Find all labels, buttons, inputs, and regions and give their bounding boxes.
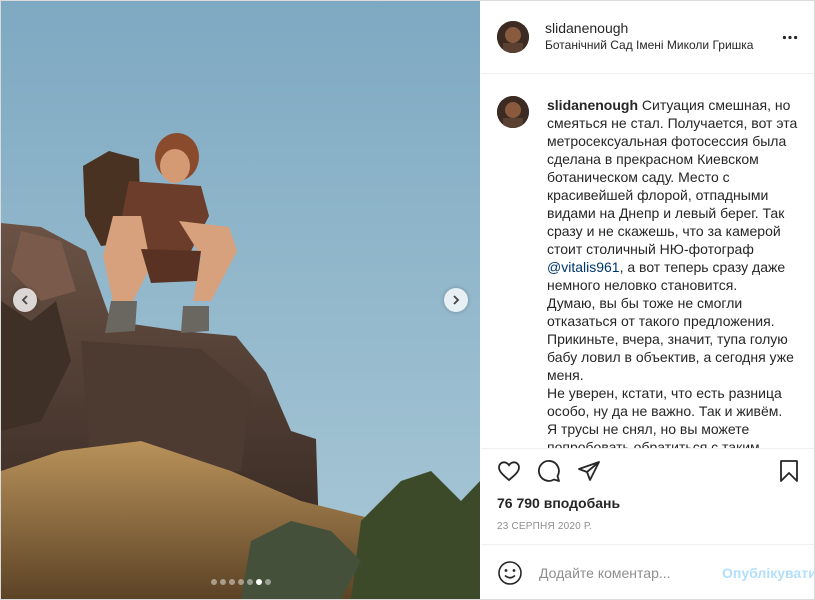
chevron-right-icon [453, 295, 460, 305]
carousel-dot [210, 579, 217, 585]
photo-scene [1, 1, 480, 599]
share-button[interactable] [577, 459, 605, 487]
like-button[interactable] [497, 459, 525, 487]
post-photo[interactable] [1, 1, 480, 599]
caption-text: slidanenough Ситуация смешная, но смеять… [547, 96, 802, 449]
save-button[interactable] [777, 459, 805, 487]
comments-area[interactable]: slidanenough Ситуация смешная, но смеять… [481, 74, 814, 449]
carousel-prev-button[interactable] [13, 288, 37, 312]
more-options-icon [782, 35, 798, 39]
post-header: slidanenough Ботанічний Сад Імені Миколи… [481, 1, 814, 74]
carousel-next-button[interactable] [444, 288, 468, 312]
likes-count[interactable]: 76 790 вподобань [497, 495, 620, 511]
publish-button[interactable]: Опублікувати [722, 565, 814, 581]
header-text: slidanenough Ботанічний Сад Імені Миколи… [545, 20, 753, 54]
caption: slidanenough Ситуация смешная, но смеять… [497, 96, 802, 449]
carousel-indicator [1, 579, 480, 585]
header-username[interactable]: slidanenough [545, 20, 753, 37]
post-date[interactable]: 23 серпня 2020 р. [497, 521, 592, 532]
comment-bubble-icon [538, 460, 560, 482]
caption-avatar[interactable] [497, 96, 529, 128]
caption-username[interactable]: slidanenough [547, 97, 638, 113]
post-details-panel: slidanenough Ботанічний Сад Імені Миколи… [481, 1, 814, 599]
instagram-post: slidanenough Ботанічний Сад Імені Миколи… [0, 0, 815, 600]
caption-body-1: Ситуация смешная, но смеяться не стал. П… [547, 97, 798, 257]
mention-link[interactable]: @vitalis961 [547, 259, 620, 275]
more-options-button[interactable] [780, 27, 800, 47]
avatar[interactable] [497, 21, 529, 53]
comment-button[interactable] [537, 459, 565, 487]
location-link[interactable]: Ботанічний Сад Імені Миколи Гришка [545, 37, 753, 54]
heart-icon [498, 461, 520, 482]
action-bar [481, 449, 814, 495]
comment-form: Опублікувати [481, 544, 814, 599]
comment-input[interactable] [537, 563, 722, 582]
bookmark-icon [780, 460, 798, 482]
carousel-dot [237, 579, 244, 585]
caption-body-2: , а вот теперь сразу даже немного неловк… [547, 259, 794, 449]
carousel-dot [246, 579, 253, 585]
carousel-dot [219, 579, 226, 585]
chevron-left-icon [21, 295, 28, 305]
carousel-dot [264, 579, 271, 585]
emoji-icon [498, 560, 522, 585]
paper-plane-icon [578, 461, 600, 481]
emoji-button[interactable] [497, 560, 523, 586]
carousel-dot [228, 579, 235, 585]
carousel-dot [255, 579, 262, 585]
